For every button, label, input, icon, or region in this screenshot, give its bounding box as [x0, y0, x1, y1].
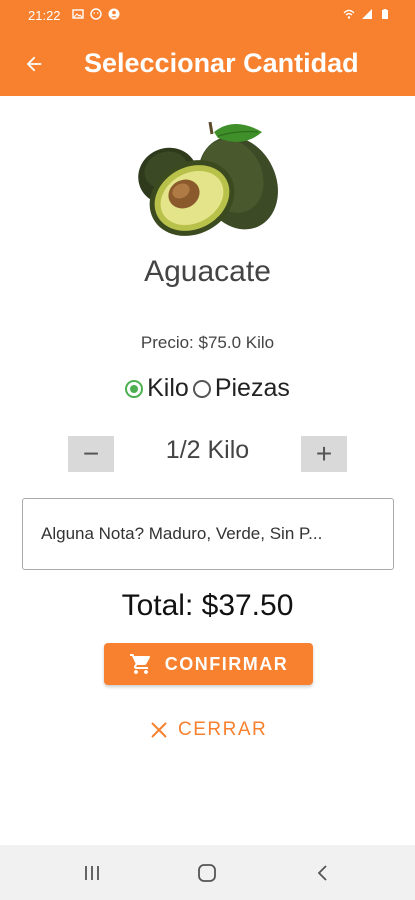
app-bar: Seleccionar Cantidad [0, 32, 415, 96]
note-field[interactable] [22, 498, 394, 570]
confirm-label: CONFIRMAR [164, 653, 289, 674]
product-name: Aguacate [144, 255, 271, 288]
system-nav-bar [0, 845, 415, 900]
radio-option-piezas[interactable]: Piezas [192, 374, 290, 403]
close-label: CERRAR [178, 719, 268, 740]
status-time: 21:22 [28, 8, 61, 23]
recent-apps-icon [85, 866, 99, 880]
home-icon [198, 864, 216, 882]
chevron-left-icon [317, 865, 327, 881]
back-button[interactable] [18, 48, 50, 80]
recent-apps-button[interactable] [78, 861, 106, 885]
total-amount: Total: $37.50 [121, 589, 294, 622]
back-nav-button[interactable] [308, 861, 336, 885]
smiley-icon [90, 8, 102, 20]
close-button[interactable]: CERRAR [150, 716, 270, 744]
radio-label-piezas: Piezas [214, 374, 290, 402]
wifi-icon [343, 9, 355, 19]
product-price: Precio: $75.0 Kilo [140, 333, 275, 352]
radio-button-piezas[interactable] [192, 379, 211, 398]
status-bar: 21:22 [0, 0, 415, 32]
radio-option-kilo[interactable]: Kilo [125, 374, 189, 403]
home-button[interactable] [193, 861, 221, 885]
gallery-icon [72, 9, 84, 19]
shopping-cart-icon [129, 654, 150, 674]
page-title: Seleccionar Cantidad [84, 48, 359, 78]
confirm-button[interactable]: CONFIRMAR [104, 643, 313, 685]
signal-icon [362, 9, 372, 19]
radio-button-kilo[interactable] [125, 379, 144, 398]
battery-icon [382, 9, 388, 19]
status-icons-right [343, 8, 391, 20]
header: 21:22 Seleccionar Cantidad [0, 0, 415, 96]
radio-label-kilo: Kilo [147, 374, 189, 402]
increment-button[interactable]: + [301, 436, 347, 472]
avocado-image [138, 121, 278, 236]
status-icons-left [72, 8, 120, 20]
account-icon [108, 8, 120, 20]
arrow-left-icon [26, 56, 42, 72]
close-icon [151, 722, 167, 738]
quantity-value: 1/2 Kilo [165, 436, 250, 464]
unit-radio-group: Kilo Piezas [0, 374, 415, 403]
note-input[interactable] [23, 499, 393, 569]
